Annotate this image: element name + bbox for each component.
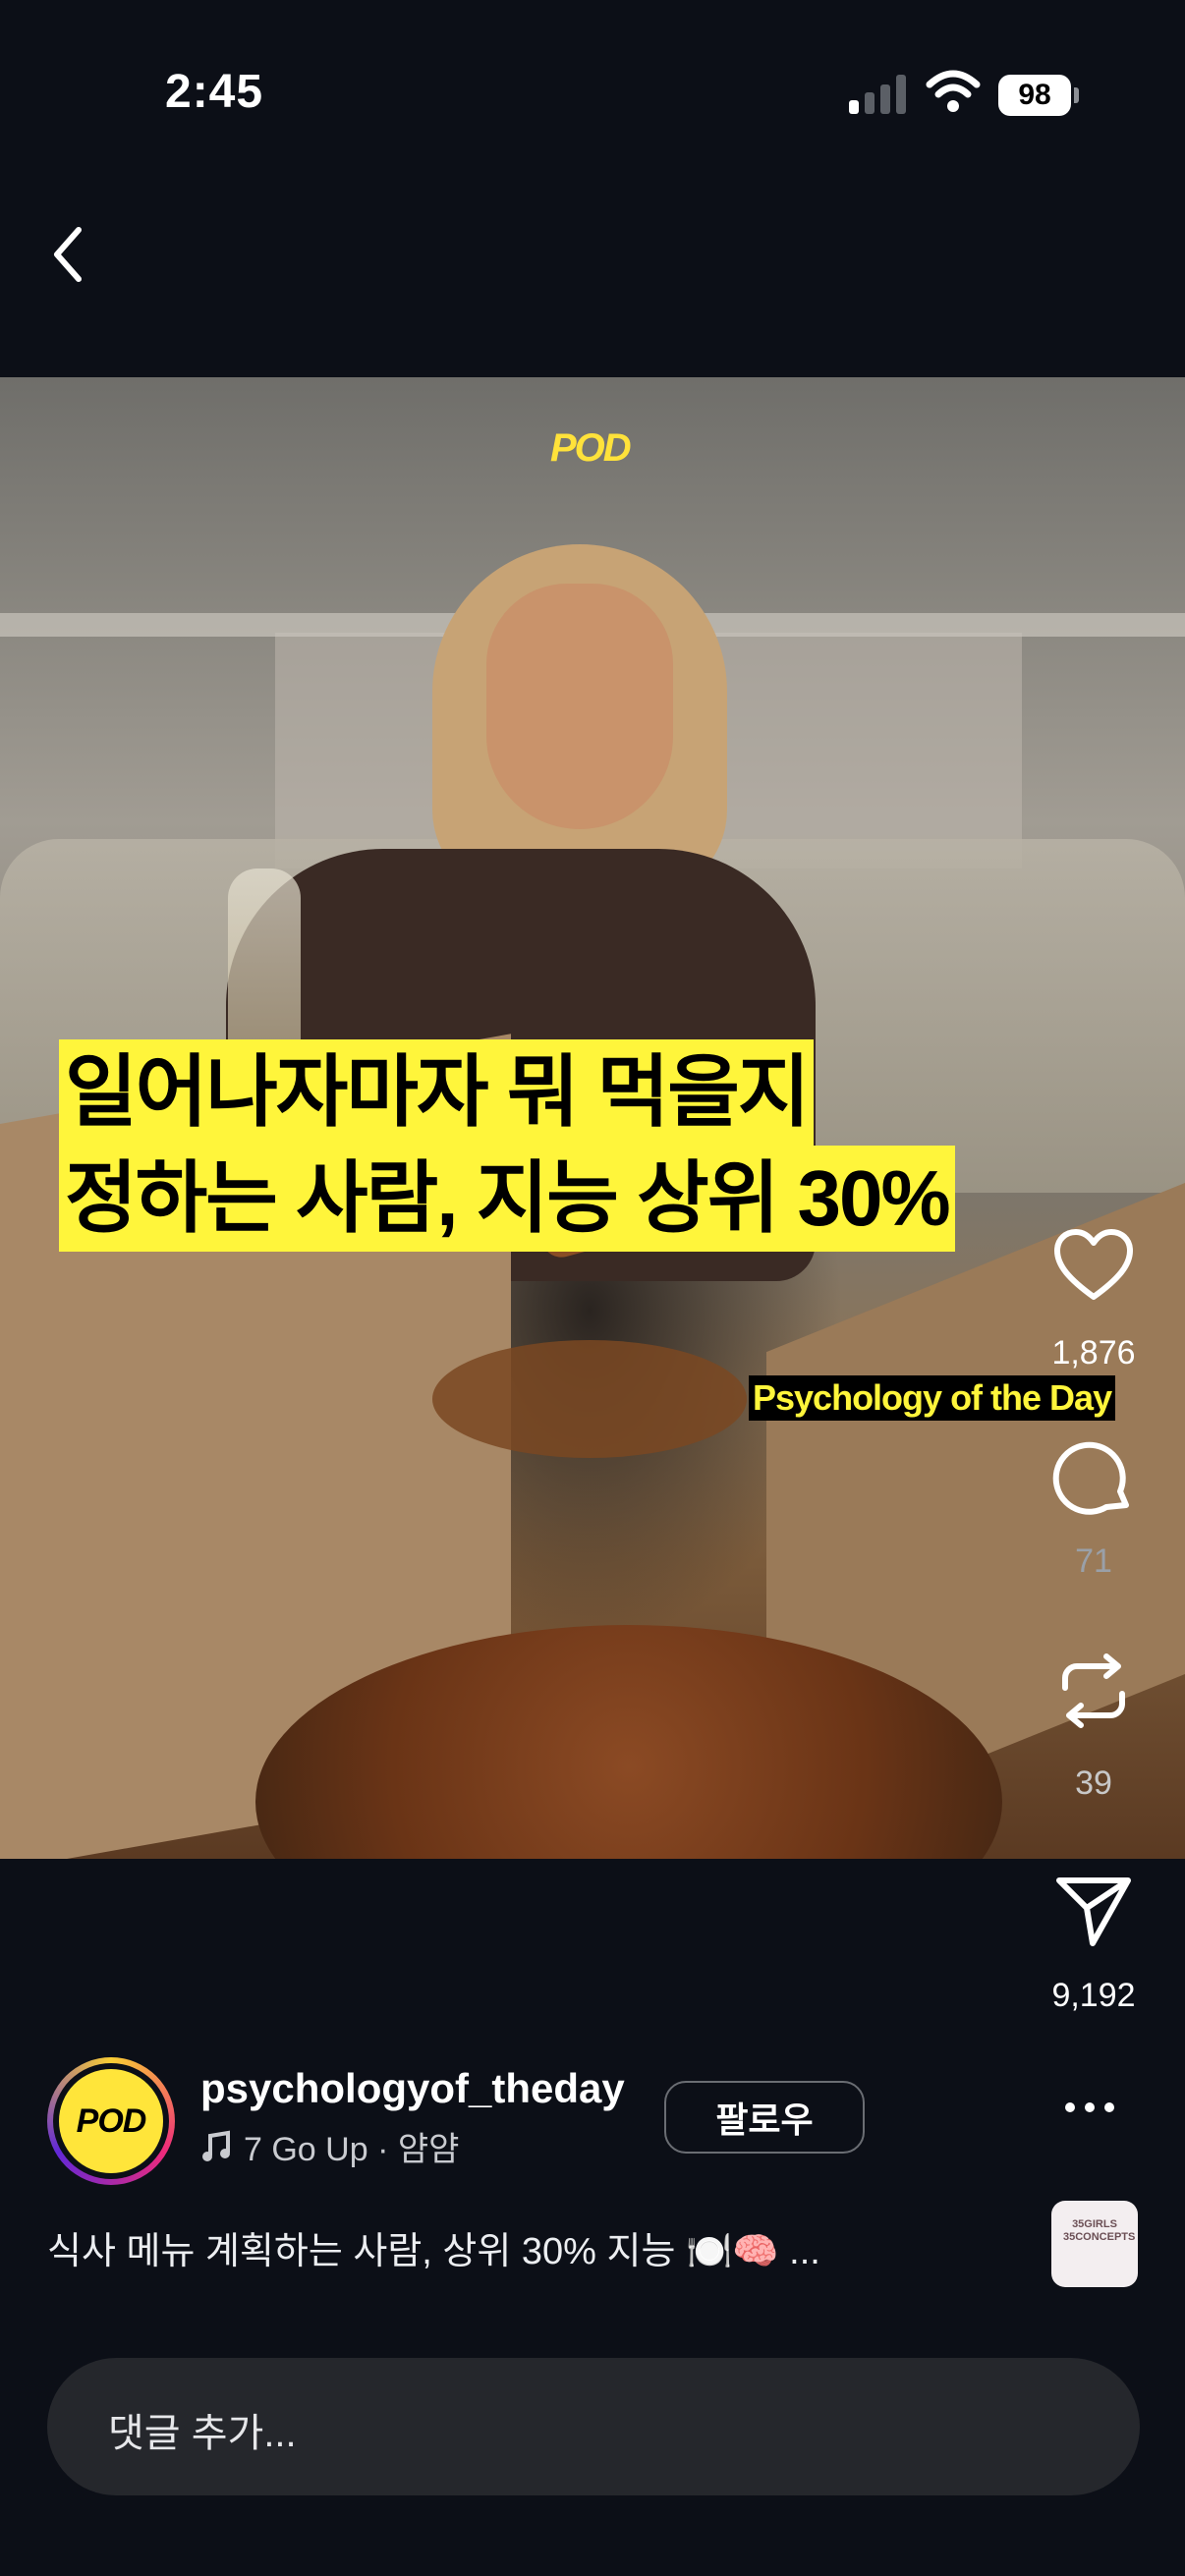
back-chevron-icon[interactable] — [43, 220, 92, 289]
avatar-logo: POD — [59, 2069, 163, 2173]
like-count: 1,876 — [1051, 1334, 1136, 1372]
heart-icon[interactable] — [1051, 1224, 1136, 1309]
more-options-icon[interactable] — [1065, 2093, 1124, 2122]
status-time: 2:45 — [165, 66, 264, 118]
repost-icon[interactable] — [1051, 1649, 1136, 1733]
cellular-signal-icon — [849, 73, 908, 114]
headline-line-2: 정하는 사람, 지능 상위 30% — [59, 1146, 955, 1252]
audio-thumbnail[interactable]: 35GIRLS 35CONCEPTS — [1051, 2201, 1138, 2287]
brand-tag: Psychology of the Day — [749, 1375, 1116, 1421]
thumbnail-text: 35GIRLS 35CONCEPTS — [1063, 2218, 1136, 2243]
headline-line-1: 일어나자마자 뭐 먹을지 — [59, 1039, 815, 1146]
share-count: 9,192 — [1051, 1977, 1136, 2014]
username[interactable]: psychologyof_theday — [200, 2065, 625, 2112]
wifi-icon — [926, 70, 981, 112]
follow-button[interactable]: 팔로우 — [664, 2081, 865, 2154]
music-note-icon — [202, 2130, 230, 2161]
comment-icon[interactable] — [1051, 1436, 1136, 1521]
music-label: 7 Go Up · 얌얌 — [244, 2131, 460, 2168]
music-info[interactable]: 7 Go Up · 얌얌 — [200, 2122, 459, 2170]
share-send-icon[interactable] — [1051, 1867, 1136, 1951]
video-headline: 일어나자마자 뭐 먹을지 정하는 사람, 지능 상위 30% — [59, 1039, 955, 1252]
comment-input[interactable]: 댓글 추가... — [47, 2358, 1140, 2495]
battery-level: 98 — [998, 75, 1071, 116]
pod-watermark: POD — [550, 426, 632, 470]
repost-count: 39 — [1075, 1764, 1112, 1802]
comment-placeholder: 댓글 추가... — [108, 2412, 297, 2455]
avatar[interactable]: POD — [47, 2057, 175, 2185]
post-caption[interactable]: 식사 메뉴 계획하는 사람, 상위 30% 지능 🍽️🧠 ... — [47, 2220, 820, 2274]
battery-icon: 98 — [998, 75, 1079, 116]
comment-count: 71 — [1075, 1542, 1112, 1580]
